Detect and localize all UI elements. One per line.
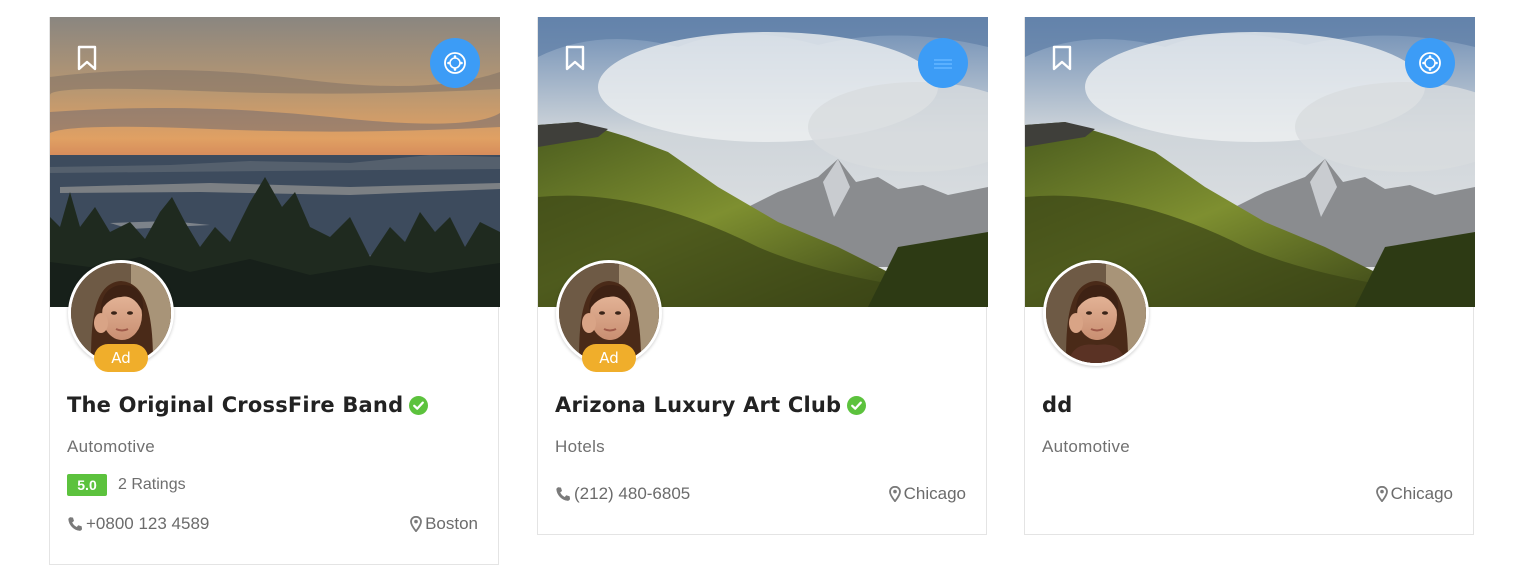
listing-category[interactable]: Automotive [67,437,155,457]
phone-number: (212) 480-6805 [574,484,691,503]
listing-card[interactable]: Ad Arizona Luxury Art Club Hotels (212) … [537,17,988,535]
phone-number: +0800 123 4589 [86,514,210,533]
rating-row: 5.0 2 Ratings [67,474,186,496]
phone-link[interactable]: (212) 480-6805 [555,484,690,504]
ad-badge: Ad [582,344,636,372]
verified-check-icon [847,396,866,415]
listing-category[interactable]: Automotive [1042,437,1130,457]
phone-link[interactable]: +0800 123 4589 [67,514,209,534]
location-link[interactable]: Chicago [1376,484,1453,504]
phone-icon [67,516,83,532]
listing-category[interactable]: Hotels [555,437,605,457]
location-link[interactable]: Boston [410,514,478,534]
location-link[interactable]: Chicago [889,484,966,504]
location-name: Boston [425,514,478,533]
category-circle-icon[interactable] [1405,38,1455,88]
listing-card[interactable]: dd Automotive Chicago [1024,17,1475,535]
listing-title[interactable]: The Original CrossFire Band [67,393,403,417]
map-marker-icon [410,516,422,532]
map-marker-icon [1376,486,1388,502]
bookmark-icon[interactable] [564,45,586,71]
listing-footer: (212) 480-6805 Chicago [555,484,966,504]
listing-title[interactable]: Arizona Luxury Art Club [555,393,841,417]
rating-badge: 5.0 [67,474,107,496]
bookmark-icon[interactable] [76,45,98,71]
listing-card[interactable]: Ad The Original CrossFire Band Automotiv… [49,17,500,565]
category-circle-icon[interactable] [430,38,480,88]
listing-title[interactable]: dd [1042,393,1072,417]
owner-avatar[interactable]: Ad [556,260,662,372]
owner-avatar[interactable]: Ad [68,260,174,372]
phone-icon [555,486,571,502]
avatar-image [1043,260,1149,366]
owner-avatar[interactable] [1043,260,1149,366]
bookmark-icon[interactable] [1051,45,1073,71]
listing-footer: Chicago [1042,484,1453,504]
listing-footer: +0800 123 4589 Boston [67,514,478,534]
rating-count: 2 Ratings [118,476,186,493]
ad-badge: Ad [94,344,148,372]
bed-icon[interactable] [918,38,968,88]
map-marker-icon [889,486,901,502]
verified-check-icon [409,396,428,415]
location-name: Chicago [903,484,966,503]
location-name: Chicago [1390,484,1453,503]
